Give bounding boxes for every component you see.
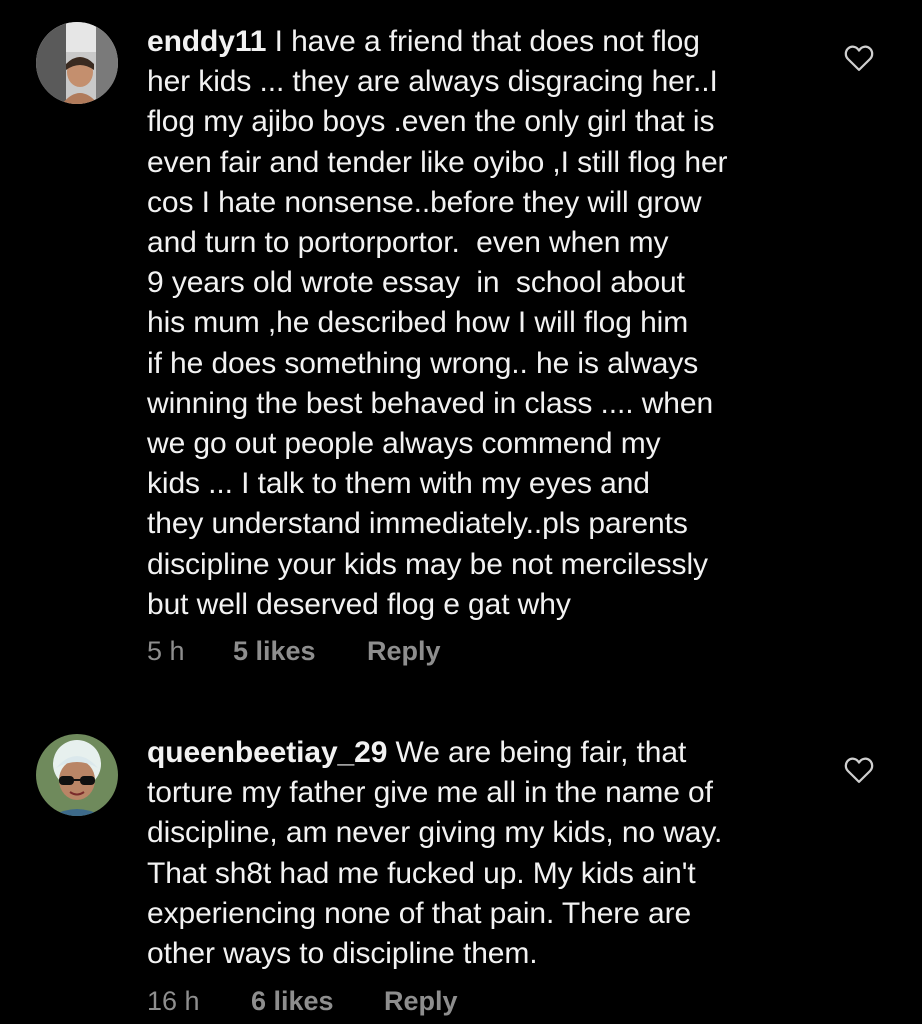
comment-username[interactable]: enddy11 xyxy=(147,25,266,58)
comment-line: even fair and tender like oyibo ,I still… xyxy=(147,145,728,179)
user-avatar[interactable] xyxy=(36,734,118,816)
avatar-photo xyxy=(36,734,118,816)
comment-line: I have a friend that does not flog xyxy=(266,25,700,58)
heart-outline-icon[interactable] xyxy=(844,44,874,72)
comment-line: winning the best behaved in class .... w… xyxy=(147,386,714,420)
comment-line: other ways to discipline them. xyxy=(147,937,538,971)
comment-line: cos I hate nonsense..before they will gr… xyxy=(147,185,702,219)
comment-line: discipline, am never giving my kids, no … xyxy=(147,816,723,850)
heart-outline-icon[interactable] xyxy=(844,756,874,784)
comment-line: 9 years old wrote essay in school about xyxy=(147,266,685,300)
comment-line: We are being fair, that xyxy=(387,736,687,769)
comment-line: That sh8t had me fucked up. My kids ain'… xyxy=(147,856,696,890)
comment-line: flog my ajibo boys .even the only girl t… xyxy=(147,105,715,139)
comment-line: her kids ... they are always disgracing … xyxy=(147,65,718,99)
comment-text: queenbeetiay_29 We are being fair, that … xyxy=(147,733,827,974)
comment-line: kids ... I talk to them with my eyes and xyxy=(147,467,650,501)
comment-likes[interactable]: 6 likes xyxy=(251,986,334,1017)
comment-time: 5 h xyxy=(147,636,185,666)
comment-line: if he does something wrong.. he is alway… xyxy=(147,346,699,380)
reply-button[interactable]: Reply xyxy=(384,986,458,1017)
comment-line: his mum ,he described how I will flog hi… xyxy=(147,306,689,340)
comment-username[interactable]: queenbeetiay_29 xyxy=(147,736,387,769)
comment-line: but well deserved flog e gat why xyxy=(147,587,571,621)
comment-line: torture my father give me all in the nam… xyxy=(147,776,713,810)
comment-line: and turn to portorportor. even when my xyxy=(147,226,669,260)
comment-text: enddy11 I have a friend that does not fl… xyxy=(147,22,827,625)
comment-line: they understand immediately..pls parents xyxy=(147,507,688,541)
avatar-photo xyxy=(36,22,118,104)
comment-time: 16 h xyxy=(147,986,200,1016)
comment-line: experiencing none of that pain. There ar… xyxy=(147,896,692,930)
user-avatar[interactable] xyxy=(36,22,118,104)
comment-line: discipline your kids may be not merciles… xyxy=(147,547,708,581)
comment-likes[interactable]: 5 likes xyxy=(233,636,316,667)
comment-line: we go out people always commend my xyxy=(147,427,661,461)
reply-button[interactable]: Reply xyxy=(367,636,441,667)
